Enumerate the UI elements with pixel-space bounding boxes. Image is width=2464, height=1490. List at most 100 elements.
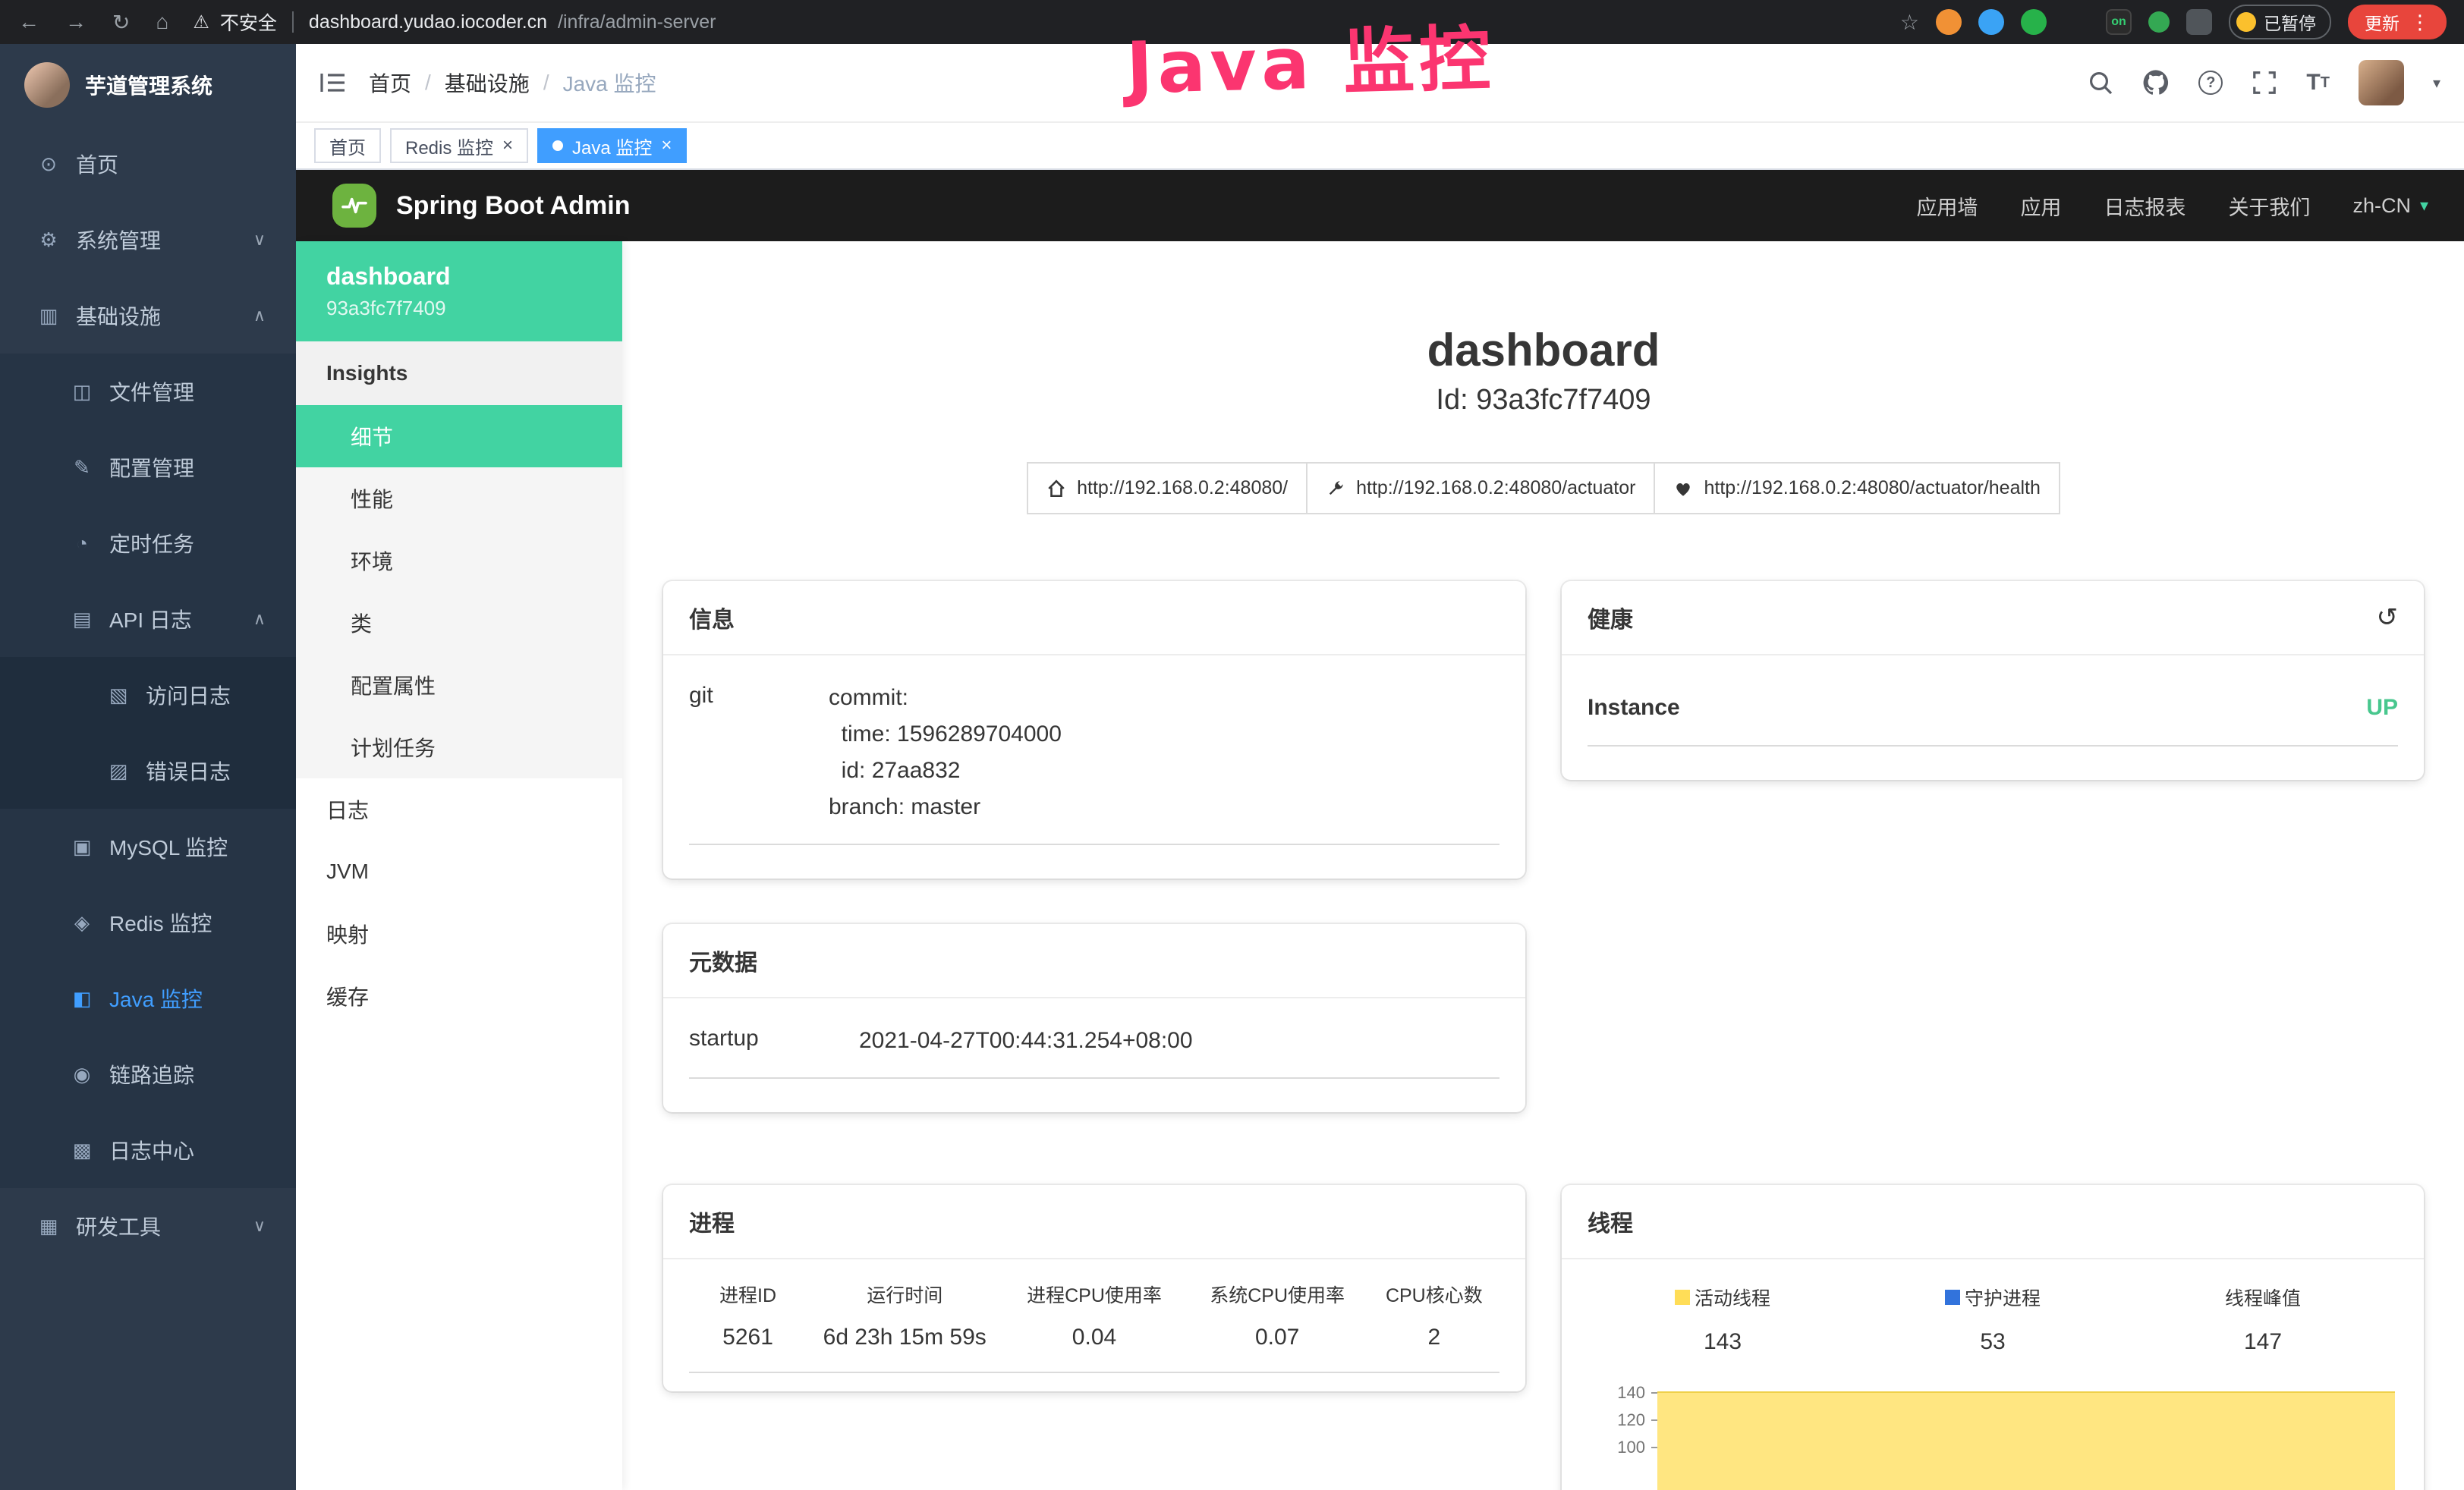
close-icon[interactable]: × <box>661 137 672 155</box>
sba-menu-scheduled-tasks[interactable]: 计划任务 <box>296 716 622 778</box>
sba-nav-about[interactable]: 关于我们 <box>2228 191 2310 221</box>
avatar-caret-icon[interactable]: ▾ <box>2433 74 2440 93</box>
sidebar-item-redis-monitor[interactable]: ◈ Redis 监控 <box>0 885 296 960</box>
reload-icon[interactable]: ↻ <box>112 10 130 35</box>
tab-redis-monitor[interactable]: Redis 监控 × <box>390 128 528 163</box>
sidebar-item-system-mgmt[interactable]: ⚙ 系统管理 ∨ <box>0 202 296 278</box>
legend-swatch-yellow <box>1675 1290 1690 1305</box>
cell-value: 0.07 <box>1186 1325 1369 1350</box>
screen: Java 监控 ← → ↻ ⌂ ⚠ 不安全 dashboard.yudao.io… <box>0 0 2464 1490</box>
sba-menu-performance[interactable]: 性能 <box>296 467 622 530</box>
history-icon[interactable]: ↺ <box>2377 605 2399 630</box>
bookmark-star-icon[interactable]: ☆ <box>1900 10 1919 35</box>
extension-icon[interactable] <box>1936 9 1962 35</box>
sba-menu-mappings[interactable]: 映射 <box>296 903 622 965</box>
sidebar-item-label: 文件管理 <box>109 376 194 407</box>
sba-menu-jvm[interactable]: JVM <box>296 841 622 903</box>
chevron-up-icon: ∧ <box>253 306 266 325</box>
sidebar-item-trace[interactable]: ◉ 链路追踪 <box>0 1036 296 1112</box>
column-header: CPU核心数 <box>1369 1281 1499 1308</box>
sidebar-item-access-logs[interactable]: ▧ 访问日志 <box>0 657 296 733</box>
table-row: startup 2021-04-27T00:44:31.254+08:00 <box>689 1007 1499 1079</box>
sba-menu-logs[interactable]: 日志 <box>296 778 622 841</box>
metadata-value: 2021-04-27T00:44:31.254+08:00 <box>859 1023 1193 1059</box>
legend-value: 147 <box>2128 1329 2398 1355</box>
cell-value: 2 <box>1369 1325 1499 1350</box>
threads-legend: 活动线程 守护进程 线程峰值 <box>1588 1268 2398 1311</box>
sidebar-item-label: 研发工具 <box>76 1211 161 1241</box>
browser-menu-icon[interactable]: ⋮ <box>2410 11 2430 34</box>
sidebar-item-label: Java 监控 <box>109 983 203 1014</box>
address-bar[interactable]: ⚠ 不安全 dashboard.yudao.iocoder.cn/infra/a… <box>193 8 1885 36</box>
sba-menu-classes[interactable]: 类 <box>296 592 622 654</box>
close-icon[interactable]: × <box>502 137 513 155</box>
update-label: 更新 <box>2365 9 2399 35</box>
breadcrumb-item[interactable]: 首页 <box>369 68 411 98</box>
github-icon[interactable] <box>2142 69 2170 96</box>
sidebar-item-label: 定时任务 <box>109 528 194 558</box>
extension-icon[interactable] <box>2148 11 2170 33</box>
health-instance-label[interactable]: Instance <box>1588 695 1680 721</box>
browser-home-icon[interactable]: ⌂ <box>156 10 168 35</box>
help-icon[interactable]: ? <box>2198 71 2223 95</box>
tab-java-monitor[interactable]: Java 监控 × <box>537 128 687 163</box>
sidebar-item-infrastructure[interactable]: ▥ 基础设施 ∧ <box>0 278 296 354</box>
sba-menu-details[interactable]: 细节 <box>296 405 622 467</box>
collapse-menu-icon[interactable] <box>320 71 346 95</box>
sidebar-item-mysql-monitor[interactable]: ▣ MySQL 监控 <box>0 809 296 885</box>
metadata-key: startup <box>689 1023 859 1059</box>
file-icon: ◫ <box>70 380 94 404</box>
sba-instance-block[interactable]: dashboard 93a3fc7f7409 <box>296 241 622 341</box>
actuator-url-link[interactable]: http://192.168.0.2:48080/actuator <box>1306 462 1655 514</box>
forward-icon[interactable]: → <box>65 10 87 35</box>
sba-logo-icon <box>332 184 376 228</box>
sidebar-item-config-mgmt[interactable]: ✎ 配置管理 <box>0 429 296 505</box>
health-url-link[interactable]: http://192.168.0.2:48080/actuator/health <box>1654 462 2060 514</box>
sidebar-item-cron-jobs[interactable]: ◔ 定时任务 <box>0 505 296 581</box>
search-icon[interactable] <box>2088 70 2113 96</box>
table-row: git commit: time: 1596289704000 id: 27aa… <box>689 665 1499 845</box>
breadcrumb-item[interactable]: 基础设施 <box>445 68 530 98</box>
service-url-link[interactable]: http://192.168.0.2:48080/ <box>1027 462 1308 514</box>
chevron-up-icon: ∧ <box>253 609 266 629</box>
legend-swatch-blue <box>1945 1290 1960 1305</box>
sidebar-item-error-logs[interactable]: ▨ 错误日志 <box>0 733 296 809</box>
sba-menu-caches[interactable]: 缓存 <box>296 965 622 1027</box>
sidebar-item-label: 日志中心 <box>109 1135 194 1165</box>
sidebar-item-log-center[interactable]: ▩ 日志中心 <box>0 1112 296 1188</box>
sidebar-item-api-logs[interactable]: ▤ API 日志 ∧ <box>0 581 296 657</box>
url-path: /infra/admin-server <box>558 11 716 33</box>
sba-nav-wall[interactable]: 应用墙 <box>1916 191 1978 221</box>
sba-language-select[interactable]: zh-CN ▾ <box>2352 194 2428 218</box>
sba-nav-applications[interactable]: 应用 <box>2020 191 2061 221</box>
update-button[interactable]: 更新 ⋮ <box>2348 5 2447 39</box>
sidebar-item-dev-tools[interactable]: ▦ 研发工具 ∨ <box>0 1188 296 1264</box>
sidebar-item-file-mgmt[interactable]: ◫ 文件管理 <box>0 354 296 429</box>
sidebar-item-home[interactable]: ⊙ 首页 <box>0 126 296 202</box>
back-icon[interactable]: ← <box>18 10 39 35</box>
security-label: 不安全 <box>220 8 277 36</box>
table-row: Instance UP <box>1588 695 2398 747</box>
sba-menu-config-props[interactable]: 配置属性 <box>296 654 622 716</box>
extension-icon[interactable]: on <box>2106 9 2132 35</box>
user-avatar[interactable] <box>2359 60 2404 105</box>
extensions-puzzle-icon[interactable] <box>2186 9 2212 35</box>
header-actions: ? TT ▾ <box>2088 60 2440 105</box>
extension-icon[interactable] <box>1978 9 2004 35</box>
java-monitor-icon: ◧ <box>70 987 94 1011</box>
sidebar-item-label: 基础设施 <box>76 300 161 331</box>
sba-brand-title: Spring Boot Admin <box>396 191 630 221</box>
extension-icon[interactable] <box>2021 9 2047 35</box>
font-size-icon[interactable]: TT <box>2306 70 2330 96</box>
column-header: 运行时间 <box>807 1281 1002 1308</box>
fullscreen-icon[interactable] <box>2252 70 2277 96</box>
sba-menu-environment[interactable]: 环境 <box>296 530 622 592</box>
tab-home[interactable]: 首页 <box>314 128 381 163</box>
sba-nav-journal[interactable]: 日志报表 <box>2104 191 2186 221</box>
home-icon <box>1046 479 1066 498</box>
extension-icon[interactable] <box>2063 9 2089 35</box>
sidebar-item-java-monitor[interactable]: ◧ Java 监控 <box>0 960 296 1036</box>
sba-brand[interactable]: Spring Boot Admin <box>332 184 630 228</box>
paused-badge[interactable]: 已暂停 <box>2229 5 2331 39</box>
brand-title: 芋道管理系统 <box>85 70 212 100</box>
